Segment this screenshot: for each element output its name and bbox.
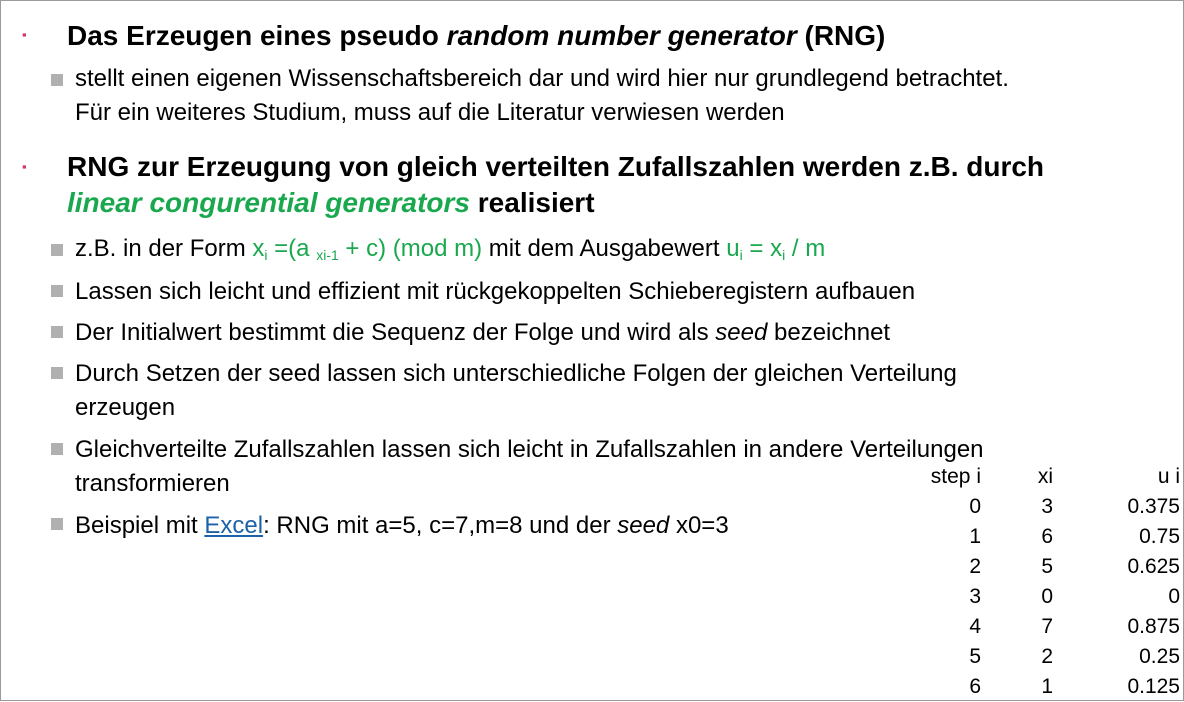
table-row: 5 2 0.25 — [892, 642, 1180, 672]
formula-line: z.B. in der Form xi =(a xi-1 + c) (mod m… — [75, 235, 826, 263]
table-cell-step: 5 — [969, 645, 981, 668]
table-cell-ui: 0.25 — [1139, 645, 1180, 668]
table-row: 4 7 0.875 — [892, 612, 1180, 642]
table-cell-xi: 6 — [1041, 525, 1053, 548]
table-row: 0 3 0.375 — [892, 492, 1180, 522]
formula-lcg: xi =(a xi-1 + c) (mod m) — [252, 235, 483, 263]
square-bullet — [51, 518, 63, 530]
square-bullet — [51, 244, 63, 256]
sub-text-wissenschaft: stellt einen eigenen Wissenschaftsbereic… — [75, 65, 1009, 126]
table-row: 3 0 0 — [892, 582, 1180, 612]
table-header-ui: u i — [1157, 465, 1180, 488]
rng-table: step i xi u i 0 3 0.375 1 6 0.75 2 5 0.625 300… — [892, 462, 1180, 702]
text-shift-register: Lassen sich leicht und effizient mit rüc… — [75, 278, 916, 305]
square-bullet — [51, 285, 63, 297]
text-beispiel: Beispiel mit Excel: RNG mit a=5, c=7,m=8… — [75, 512, 729, 539]
table-cell-step: 2 — [969, 555, 981, 578]
table-header-step: step i — [930, 465, 981, 488]
table-row: 1 6 0.75 — [892, 522, 1180, 552]
bullet-marker: ▪ — [22, 27, 27, 42]
table-cell-step: 4 — [969, 615, 981, 638]
square-bullet — [51, 326, 63, 338]
bullet-marker: ▪ — [22, 159, 27, 174]
table-cell-ui: 0.75 — [1139, 525, 1180, 548]
table-row: 6 1 0.125 — [892, 672, 1180, 702]
table-cell-ui: 0 — [1168, 585, 1180, 608]
table-cell-ui: 0.125 — [1127, 675, 1180, 698]
table-cell-step: 1 — [969, 525, 981, 548]
table-cell-ui: 0.375 — [1127, 495, 1180, 518]
table-cell-ui: 0.875 — [1127, 615, 1180, 638]
table-cell-xi: 2 — [1041, 645, 1053, 668]
table-header-xi: xi — [1037, 465, 1053, 488]
table-cell-step: 0 — [969, 495, 981, 518]
table-cell-step: 3 — [969, 585, 981, 608]
table-cell-ui: 0.625 — [1127, 555, 1180, 578]
square-bullet — [51, 443, 63, 455]
table-cell-step: 6 — [969, 675, 981, 698]
table-cell-xi: 1 — [1041, 675, 1053, 698]
table-row: 2 5 0.625 — [892, 552, 1180, 582]
table-cell-xi: 7 — [1041, 615, 1053, 638]
square-bullet — [51, 367, 63, 379]
formula-output: ui = xi / m — [726, 235, 826, 263]
table-cell-xi: 3 — [1041, 495, 1053, 518]
excel-link[interactable]: Excel — [204, 512, 263, 539]
heading-rng: Das Erzeugen eines pseudo random number … — [67, 20, 886, 51]
table-header-row: step i xi u i — [892, 462, 1180, 492]
table-cell-xi: 0 — [1041, 585, 1053, 608]
heading-lcg: RNG zur Erzeugung von gleich verteilten … — [67, 151, 1045, 218]
text-seed: Der Initialwert bestimmt die Sequenz der… — [75, 319, 891, 346]
text-gleichverteilt: Gleichverteilte Zufallszahlen lassen sic… — [75, 436, 984, 497]
table-cell-xi: 5 — [1041, 555, 1053, 578]
text-setzen: Durch Setzen der seed lassen sich unters… — [75, 360, 957, 421]
square-bullet — [51, 74, 63, 86]
